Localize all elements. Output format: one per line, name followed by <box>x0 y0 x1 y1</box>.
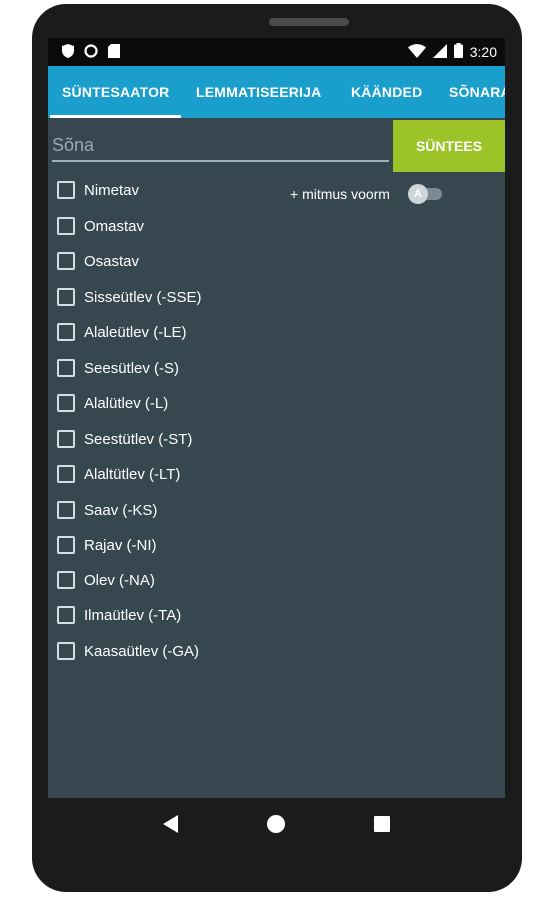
signal-icon <box>432 43 447 61</box>
case-label: Nimetav <box>84 181 140 199</box>
case-item-alaleutlev[interactable]: Alaleütlev (-LE) <box>57 320 187 344</box>
case-item-seestutlev[interactable]: Seestütlev (-ST) <box>57 427 192 451</box>
back-button[interactable] <box>151 806 191 846</box>
checkbox[interactable] <box>57 394 75 412</box>
word-input-container <box>52 130 389 162</box>
case-item-osastav[interactable]: Osastav <box>57 249 139 273</box>
case-label: Seestütlev (-ST) <box>84 430 193 448</box>
synthesize-button[interactable]: SÜNTEES <box>393 120 505 172</box>
case-label: Alalütlev (-L) <box>84 394 169 412</box>
case-label: Rajav (-NI) <box>84 536 157 554</box>
checkbox[interactable] <box>57 217 75 235</box>
app-screen: 3:20 SÜNTESAATOR LEMMATISEERIJA KÄÄNDED … <box>48 38 505 798</box>
checkbox[interactable] <box>57 181 75 199</box>
case-item-ilmautlev[interactable]: Ilmaütlev (-TA) <box>57 603 181 627</box>
status-bar: 3:20 <box>48 38 505 66</box>
home-button[interactable] <box>256 806 296 846</box>
case-item-sisseutlev[interactable]: Sisseütlev (-SSE) <box>57 285 202 309</box>
case-label: Alaltütlev (-LT) <box>84 465 181 483</box>
case-item-seesutlev[interactable]: Seesütlev (-S) <box>57 356 179 380</box>
checkbox[interactable] <box>57 430 75 448</box>
back-icon <box>162 814 179 838</box>
tab-bar: SÜNTESAATOR LEMMATISEERIJA KÄÄNDED SÕNAR… <box>48 66 505 118</box>
tab-sonara[interactable]: SÕNARA <box>449 66 505 118</box>
checkbox[interactable] <box>57 288 75 306</box>
case-item-omastav[interactable]: Omastav <box>57 214 144 238</box>
clock: 3:20 <box>469 44 497 60</box>
word-input[interactable] <box>52 130 389 160</box>
checkbox[interactable] <box>57 571 75 589</box>
checkbox[interactable] <box>57 501 75 519</box>
shield-icon <box>62 43 74 61</box>
checkbox[interactable] <box>57 359 75 377</box>
case-item-nimetav[interactable]: Nimetav <box>57 178 139 202</box>
checkbox[interactable] <box>57 323 75 341</box>
toggle-thumb[interactable]: A <box>407 184 428 204</box>
case-label: Osastav <box>84 252 140 270</box>
navigation-bar <box>48 798 505 854</box>
tab-kaanded[interactable]: KÄÄNDED <box>351 66 422 118</box>
case-item-saav[interactable]: Saav (-KS) <box>57 498 157 522</box>
plural-label: + mitmus voorm <box>290 186 390 202</box>
case-label: Alaleütlev (-LE) <box>84 323 187 341</box>
case-item-alaltutlev[interactable]: Alaltütlev (-LT) <box>57 462 180 486</box>
checkbox[interactable] <box>57 252 75 270</box>
case-item-rajav[interactable]: Rajav (-NI) <box>57 533 157 557</box>
sync-icon <box>84 43 98 61</box>
checkbox[interactable] <box>57 642 75 660</box>
case-label: Sisseütlev (-SSE) <box>84 288 202 306</box>
case-label: Kaasaütlev (-GA) <box>84 642 200 660</box>
tab-syntesaator[interactable]: SÜNTESAATOR <box>49 66 182 118</box>
recents-icon <box>374 815 391 837</box>
plural-toggle[interactable]: A <box>407 182 444 206</box>
recents-button[interactable] <box>362 806 402 846</box>
checkbox[interactable] <box>57 536 75 554</box>
tab-lemmatiseerija[interactable]: LEMMATISEERIJA <box>196 66 321 118</box>
sd-card-icon <box>108 43 120 61</box>
checkbox[interactable] <box>57 465 75 483</box>
wifi-icon <box>407 43 426 61</box>
case-label: Ilmaütlev (-TA) <box>84 606 182 624</box>
home-icon <box>267 814 286 838</box>
case-item-kaasautlev[interactable]: Kaasaütlev (-GA) <box>57 639 199 663</box>
plural-toggle-row: + mitmus voorm A <box>290 182 444 206</box>
case-item-alalutlev[interactable]: Alalütlev (-L) <box>57 391 168 415</box>
case-label: Saav (-KS) <box>84 501 158 519</box>
case-item-olev[interactable]: Olev (-NA) <box>57 568 155 592</box>
case-label: Omastav <box>84 217 145 235</box>
speaker-grille <box>269 18 349 26</box>
case-label: Olev (-NA) <box>84 571 155 589</box>
battery-icon <box>453 43 463 61</box>
case-label: Seesütlev (-S) <box>84 359 180 377</box>
checkbox[interactable] <box>57 606 75 624</box>
